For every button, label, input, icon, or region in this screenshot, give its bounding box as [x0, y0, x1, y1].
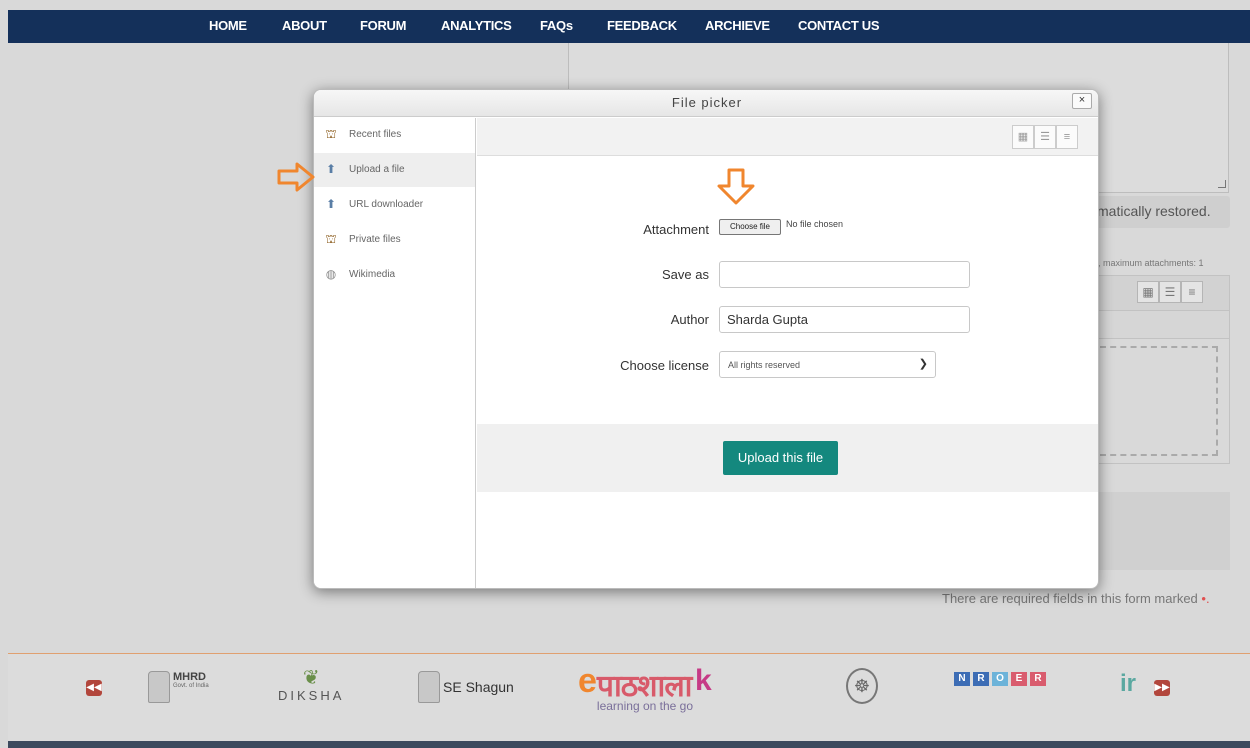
nav-feedback[interactable]: FEEDBACK — [607, 18, 677, 33]
top-navbar: HOME ABOUT FORUM ANALYTICS FAQs FEEDBACK… — [8, 10, 1250, 43]
required-fields-note: There are required fields in this form m… — [942, 591, 1210, 606]
mhrd-sublabel: Govt. of India — [173, 683, 209, 689]
sidebar-item-label: Private files — [349, 234, 401, 245]
nroer-letter-o: O — [992, 672, 1008, 686]
background-view-icons: ▦ ☰ ≡ — [1137, 281, 1203, 303]
repository-sidebar: ⛫ Recent files ⬆ Upload a file ⬆ URL dow… — [314, 118, 476, 588]
license-selected-value: All rights reserved — [728, 360, 801, 370]
nav-about[interactable]: ABOUT — [282, 18, 327, 33]
orange-arrow-right-icon — [277, 162, 315, 192]
diksha-leaf-icon: ❦ — [302, 667, 320, 689]
nav-faqs[interactable]: FAQs — [540, 18, 573, 33]
diksha-logo[interactable]: ❦ DIKSHA — [278, 668, 344, 703]
tree-view-icon: ≡ — [1181, 281, 1203, 303]
save-as-label: Save as — [662, 267, 709, 282]
nav-home[interactable]: HOME — [209, 18, 247, 33]
sidebar-item-recent-files[interactable]: ⛫ Recent files — [314, 118, 475, 152]
background-drop-zone — [1100, 346, 1218, 456]
shagun-label: SE Shagun — [443, 679, 514, 695]
required-star: •. — [1201, 591, 1210, 606]
sidebar-item-upload-a-file[interactable]: ⬆ Upload a file — [314, 153, 475, 187]
epathshala-logo[interactable]: e पाठशाला learning on the go k — [578, 664, 712, 713]
footer-bottom-bar — [8, 741, 1250, 748]
nroer-letter-e: E — [1011, 672, 1027, 686]
license-select[interactable]: All rights reserved ❯ — [719, 351, 936, 378]
epathshala-k-icon: k — [695, 664, 712, 697]
nav-archieve[interactable]: ARCHIEVE — [705, 18, 770, 33]
background-filemanager-header — [1095, 311, 1230, 339]
dialog-title: File picker — [671, 95, 743, 110]
choose-file-button[interactable]: Choose file — [719, 219, 781, 235]
mhrd-logo[interactable]: MHRD Govt. of India — [148, 671, 209, 703]
nroer-logo[interactable]: N R O E R — [954, 672, 1049, 686]
tree-view-icon[interactable]: ≡ — [1056, 125, 1078, 149]
ncert-logo-icon[interactable]: ☸ — [846, 668, 878, 704]
save-as-input[interactable] — [719, 261, 970, 288]
url-downloader-icon: ⬆ — [325, 197, 337, 211]
nroer-letter-r2: R — [1030, 672, 1046, 686]
choose-license-label: Choose license — [620, 358, 709, 373]
author-input[interactable] — [719, 306, 970, 333]
recent-files-icon: ⛫ — [325, 127, 337, 141]
list-view-icon: ☰ — [1159, 281, 1181, 303]
mhrd-label: MHRD — [173, 671, 206, 683]
itd-label: ir — [1120, 670, 1137, 697]
icons-view-icon[interactable]: ▦ — [1012, 125, 1034, 149]
national-emblem-icon — [148, 671, 170, 703]
attachment-label: Attachment — [643, 222, 709, 237]
orange-arrow-down-icon — [717, 168, 755, 205]
carousel-next-button[interactable]: ▶▶ — [1154, 680, 1170, 696]
no-file-chosen-text: No file chosen — [786, 219, 844, 229]
author-label: Author — [670, 312, 709, 327]
wikimedia-icon: ◍ — [325, 267, 337, 281]
upload-icon: ⬆ — [325, 162, 337, 176]
sidebar-item-label: Upload a file — [349, 164, 405, 175]
diksha-label: DIKSHA — [278, 688, 345, 703]
autosave-restored-notice: matically restored. — [1085, 196, 1230, 228]
file-picker-dialog: File picker × ⛫ Recent files ⬆ Upload a … — [313, 89, 1099, 589]
list-view-icon[interactable]: ☰ — [1034, 125, 1056, 149]
dialog-header: File picker × — [314, 90, 1098, 117]
view-mode-buttons: ▦ ☰ ≡ — [1012, 125, 1078, 149]
itd-logo[interactable]: ir — [1120, 670, 1136, 698]
required-fields-text: There are required fields in this form m… — [942, 591, 1198, 606]
sidebar-item-label: Recent files — [349, 129, 402, 140]
sidebar-item-label: Wikimedia — [349, 269, 396, 280]
file-picker-toolbar — [477, 118, 1098, 156]
sidebar-item-private-files[interactable]: ⛫ Private files — [314, 223, 475, 257]
nav-forum[interactable]: FORUM — [360, 18, 406, 33]
epathshala-e-icon: e — [578, 662, 597, 700]
close-icon[interactable]: × — [1072, 93, 1092, 109]
private-files-icon: ⛫ — [325, 232, 337, 246]
carousel-prev-button[interactable]: ◀◀ — [86, 680, 102, 696]
sidebar-item-label: URL downloader — [349, 199, 424, 210]
upload-this-file-button[interactable]: Upload this file — [723, 441, 838, 475]
footer-logos: ◀◀ MHRD Govt. of India ❦ DIKSHA SE Shagu… — [8, 653, 1250, 741]
sidebar-item-url-downloader[interactable]: ⬆ URL downloader — [314, 188, 475, 222]
chevron-down-icon: ❯ — [918, 358, 928, 370]
upload-form — [477, 156, 1098, 424]
epathshala-sublabel: learning on the go — [596, 699, 693, 713]
background-form-buttons-area — [1095, 492, 1230, 570]
shagun-logo[interactable]: SE Shagun — [418, 671, 514, 703]
resize-handle-icon — [1218, 180, 1226, 188]
icons-view-icon: ▦ — [1137, 281, 1159, 303]
nroer-letter-n: N — [954, 672, 970, 686]
nroer-letter-r: R — [973, 672, 989, 686]
nav-contact-us[interactable]: CONTACT US — [798, 18, 880, 33]
national-emblem-icon — [418, 671, 440, 703]
nav-analytics[interactable]: ANALYTICS — [441, 18, 512, 33]
sidebar-item-wikimedia[interactable]: ◍ Wikimedia — [314, 258, 475, 292]
max-attachments-info: B, maximum attachments: 1 — [1092, 258, 1204, 268]
